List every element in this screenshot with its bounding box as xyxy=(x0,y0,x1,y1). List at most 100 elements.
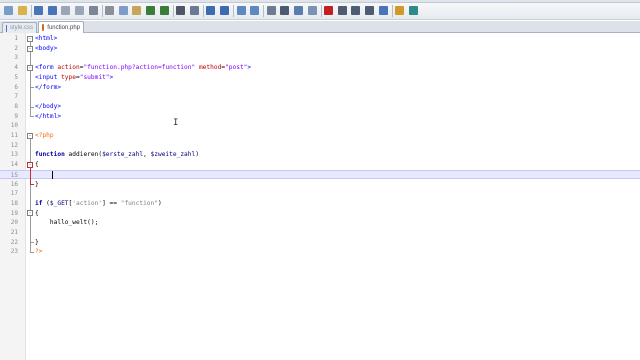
line-number: 4 xyxy=(14,64,18,72)
code-token: ) xyxy=(158,199,162,207)
toolbar-separator xyxy=(101,5,103,17)
code-line[interactable]: 23 ?> xyxy=(0,247,640,257)
code-token: $erste_zahl xyxy=(102,151,144,159)
code-line[interactable]: 3 xyxy=(0,53,640,63)
code-line[interactable]: 10 xyxy=(0,121,640,131)
code-line[interactable]: 18 if ($_GET['action'] == "function") xyxy=(0,199,640,209)
code-token: } xyxy=(35,180,39,188)
code-text: ?> xyxy=(35,247,42,257)
code-line[interactable]: 16} xyxy=(0,180,640,190)
tab-style-css[interactable]: style.css xyxy=(2,22,37,33)
run-icon xyxy=(395,6,405,15)
open-file-button[interactable] xyxy=(17,5,28,16)
code-text: hallo_welt(); xyxy=(35,218,98,228)
line-number: 1 xyxy=(14,35,18,42)
replace-button[interactable] xyxy=(189,5,200,16)
word-wrap-button[interactable] xyxy=(266,5,277,16)
code-line[interactable]: 13 function addieren($erste_zahl, $zweite… xyxy=(0,150,640,160)
play-multiple-button[interactable] xyxy=(364,5,375,16)
run-button[interactable] xyxy=(394,5,405,16)
sync-horizontal-button[interactable] xyxy=(249,5,260,16)
code-line[interactable]: 14 { xyxy=(0,160,640,170)
code-token: $zweite_zahl xyxy=(150,151,196,159)
code-line[interactable]: 17 xyxy=(0,189,640,199)
zoom-in-button[interactable] xyxy=(205,5,216,16)
redo-button[interactable] xyxy=(159,5,170,16)
save-macro-icon xyxy=(378,6,388,15)
close-all-icon xyxy=(75,6,84,15)
code-token: { xyxy=(35,209,39,217)
save-all-button[interactable] xyxy=(47,5,58,16)
line-number: 23 xyxy=(10,248,18,256)
print-button[interactable] xyxy=(88,5,99,16)
language-button[interactable] xyxy=(307,5,318,16)
toolbar-separator xyxy=(263,5,265,17)
find-button[interactable] xyxy=(175,5,186,16)
code-text: </html> xyxy=(35,112,61,122)
fold-guide xyxy=(29,167,31,185)
code-token: ( xyxy=(42,199,50,207)
filter-icon xyxy=(408,6,418,15)
code-line[interactable]: 21 xyxy=(0,228,640,238)
tab-label: function.php xyxy=(47,24,80,31)
close-all-button[interactable] xyxy=(74,5,85,16)
code-line[interactable]: 19 { xyxy=(0,209,640,219)
cut-button[interactable] xyxy=(104,5,115,16)
print-icon xyxy=(88,6,98,15)
code-line[interactable]: 22} xyxy=(0,238,640,248)
code-token: <body> xyxy=(35,44,58,52)
close-button[interactable] xyxy=(60,5,71,16)
code-token: </body> xyxy=(35,102,62,110)
paste-button[interactable] xyxy=(131,5,142,16)
code-line[interactable]: 9 </html> xyxy=(0,112,640,122)
toolbar-separator xyxy=(202,5,204,17)
code-token: "function" xyxy=(120,199,158,207)
find-icon xyxy=(176,6,186,15)
line-number: 13 xyxy=(10,151,18,159)
code-line[interactable]: 2 <body> xyxy=(0,44,640,54)
indent-guide-button[interactable] xyxy=(293,5,304,16)
copy-button[interactable] xyxy=(118,5,129,16)
code-line[interactable]: 5 <input type="submit"> xyxy=(0,73,640,83)
code-line[interactable]: 6 </form> xyxy=(0,83,640,93)
stop-macro-button[interactable] xyxy=(337,5,348,16)
line-number: 18 xyxy=(10,199,18,207)
save-button[interactable] xyxy=(33,5,44,16)
play-multiple-icon xyxy=(365,6,374,15)
code-editor[interactable]: I 1 <html> 2 <body> 3 4 <form action="function… xyxy=(0,33,640,360)
show-all-chars-button[interactable] xyxy=(279,5,290,16)
code-line[interactable]: 8 </body> xyxy=(0,102,640,112)
fold-end-marker xyxy=(29,242,34,244)
code-line[interactable]: 4 <form action="function.php?action=funct… xyxy=(0,63,640,73)
code-line[interactable]: 12 xyxy=(0,141,640,151)
code-token: </html> xyxy=(35,112,62,120)
sync-horizontal-icon xyxy=(250,6,260,15)
code-text: <body> xyxy=(35,44,57,54)
save-macro-button[interactable] xyxy=(378,5,389,16)
tab-function-php[interactable]: function.php xyxy=(38,21,84,33)
code-line[interactable]: 7 xyxy=(0,92,640,102)
code-line[interactable]: 20 hallo_welt(); xyxy=(0,218,640,228)
code-line[interactable]: 1 <html> xyxy=(0,34,640,44)
sync-vertical-button[interactable] xyxy=(236,5,247,16)
word-wrap-icon xyxy=(266,6,276,15)
line-number: 17 xyxy=(10,190,18,198)
fold-guide xyxy=(29,70,31,88)
undo-button[interactable] xyxy=(145,5,156,16)
zoom-in-icon xyxy=(206,6,216,15)
record-macro-button[interactable] xyxy=(323,5,334,16)
line-number: 19 xyxy=(10,209,18,217)
code-line[interactable]: 11 <?php xyxy=(0,131,640,141)
code-line[interactable]: 15 xyxy=(0,169,640,180)
paste-icon xyxy=(132,6,142,15)
tab-label: style.css xyxy=(9,25,33,31)
new-file-button[interactable] xyxy=(3,5,14,16)
code-token: <input xyxy=(35,73,62,81)
zoom-out-button[interactable] xyxy=(219,5,230,16)
save-all-icon xyxy=(47,6,57,15)
code-token: > xyxy=(109,73,114,81)
toolbar-separator xyxy=(391,5,393,17)
play-macro-button[interactable] xyxy=(350,5,361,16)
code-token: } xyxy=(35,238,39,246)
filter-button[interactable] xyxy=(408,5,419,16)
